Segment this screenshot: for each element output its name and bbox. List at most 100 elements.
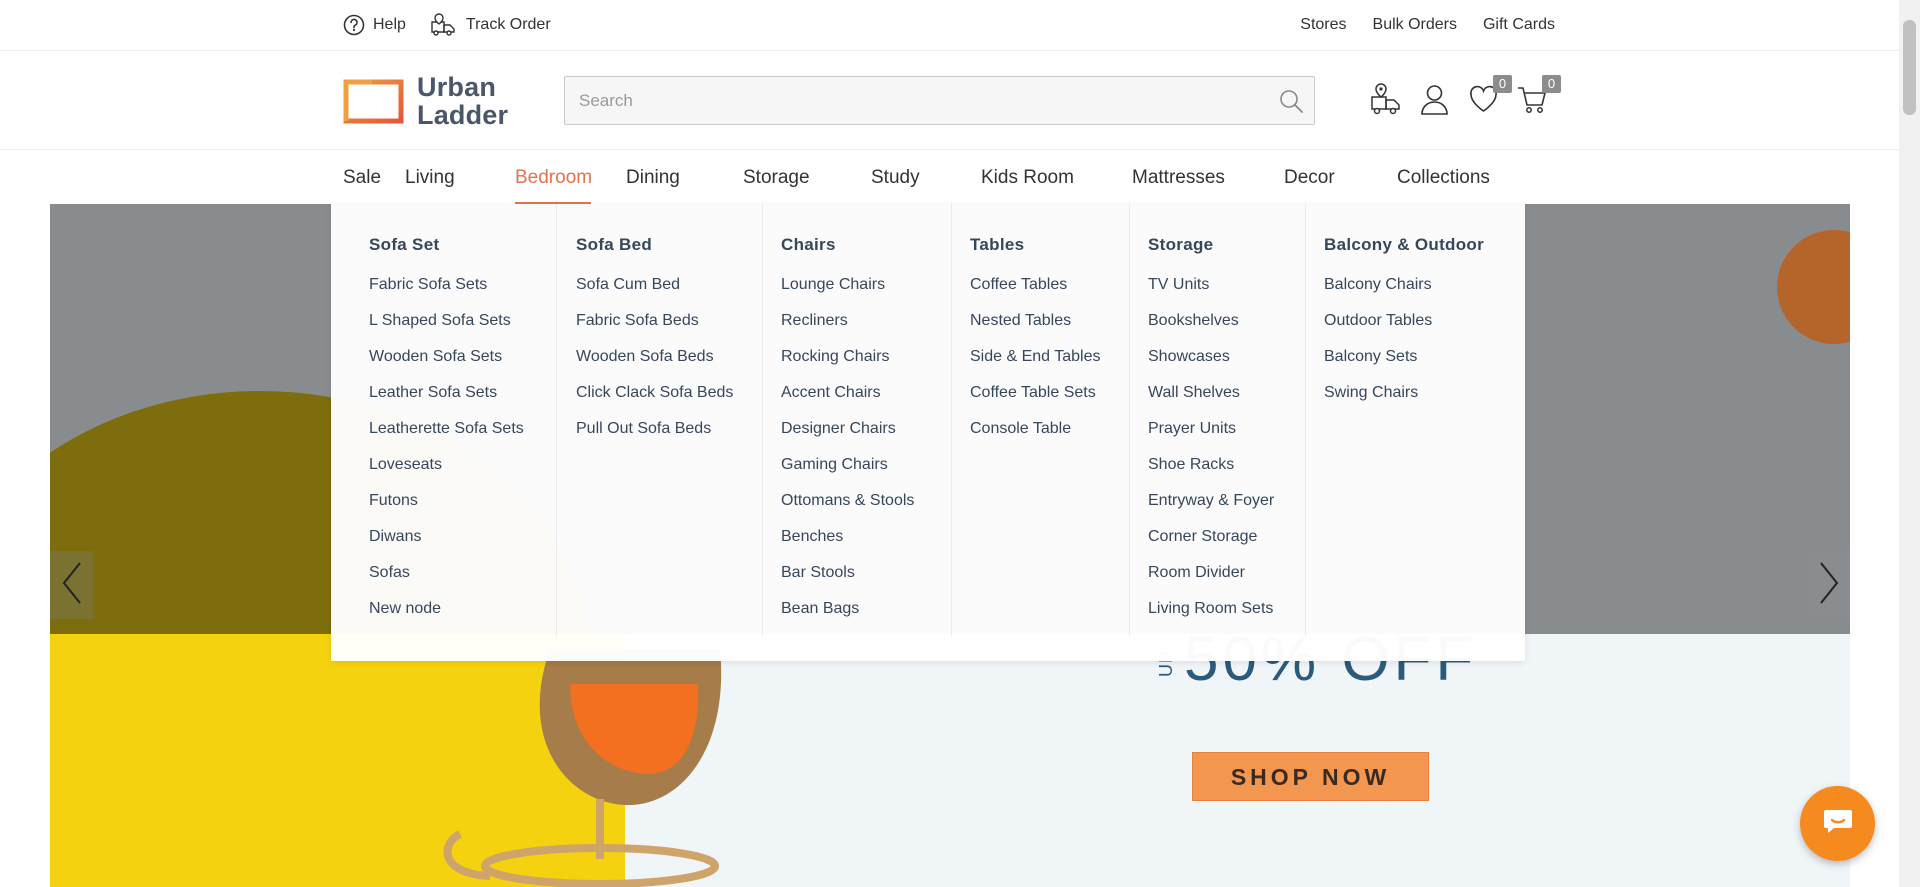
- mega-link[interactable]: Leather Sofa Sets: [369, 383, 556, 419]
- nav-storage[interactable]: Storage: [743, 151, 871, 204]
- track-order-link[interactable]: Track Order: [430, 13, 551, 37]
- chat-bubble-icon: [1822, 807, 1854, 840]
- mega-link[interactable]: Ottomans & Stools: [781, 491, 951, 527]
- mega-link[interactable]: Accent Chairs: [781, 383, 951, 419]
- utility-bar: Help Track Order Stores Bulk Orders Gift…: [0, 0, 1899, 51]
- mega-column-chairs: Chairs Lounge Chairs Recliners Rocking C…: [763, 204, 952, 636]
- mega-link[interactable]: Fabric Sofa Sets: [369, 275, 556, 311]
- nav-study[interactable]: Study: [871, 151, 981, 204]
- logo-line-1: Urban: [417, 72, 497, 102]
- bedroom-mega-menu: Sofa Set Fabric Sofa Sets L Shaped Sofa …: [331, 204, 1525, 661]
- cart-icon[interactable]: 0: [1517, 75, 1561, 116]
- mega-link[interactable]: Prayer Units: [1148, 419, 1305, 455]
- nav-mattresses[interactable]: Mattresses: [1132, 151, 1284, 204]
- mega-link[interactable]: Wall Shelves: [1148, 383, 1305, 419]
- mega-link[interactable]: Rocking Chairs: [781, 347, 951, 383]
- mega-link[interactable]: Gaming Chairs: [781, 455, 951, 491]
- mega-link[interactable]: Balcony Chairs: [1324, 275, 1525, 311]
- site-header: Urban Ladder 0 0: [0, 51, 1899, 150]
- mega-link[interactable]: Showcases: [1148, 347, 1305, 383]
- user-account-icon[interactable]: [1419, 83, 1450, 116]
- mega-heading[interactable]: Chairs: [781, 235, 951, 255]
- stores-link[interactable]: Stores: [1300, 16, 1346, 34]
- chat-support-button[interactable]: [1800, 786, 1875, 861]
- urban-ladder-logo[interactable]: Urban Ladder: [343, 73, 508, 129]
- shop-now-button[interactable]: SHOP NOW: [1192, 752, 1429, 801]
- logo-wordmark: Urban Ladder: [417, 73, 508, 129]
- mega-link[interactable]: L Shaped Sofa Sets: [369, 311, 556, 347]
- mega-link[interactable]: Living Room Sets: [1148, 599, 1305, 635]
- help-icon: [343, 14, 365, 36]
- mega-link[interactable]: Corner Storage: [1148, 527, 1305, 563]
- wishlist-count-badge: 0: [1493, 75, 1512, 93]
- mega-link[interactable]: Side & End Tables: [970, 347, 1129, 383]
- chevron-right-icon: [1818, 561, 1840, 610]
- mega-link[interactable]: Coffee Table Sets: [970, 383, 1129, 419]
- mega-link[interactable]: Lounge Chairs: [781, 275, 951, 311]
- mega-column-sofa-set: Sofa Set Fabric Sofa Sets L Shaped Sofa …: [331, 204, 557, 636]
- mega-link[interactable]: Futons: [369, 491, 556, 527]
- mega-link[interactable]: Loveseats: [369, 455, 556, 491]
- store-locator-icon[interactable]: [1370, 83, 1401, 116]
- mega-link[interactable]: Balcony Sets: [1324, 347, 1525, 383]
- main-navigation: Sale Living Bedroom Dining Storage Study…: [0, 151, 1899, 204]
- mega-link[interactable]: Sofas: [369, 563, 556, 599]
- nav-collections[interactable]: Collections: [1397, 151, 1490, 204]
- nav-living[interactable]: Living: [405, 151, 515, 204]
- nav-kids-room[interactable]: Kids Room: [981, 151, 1132, 204]
- track-order-label: Track Order: [465, 16, 551, 33]
- search-box: [564, 76, 1315, 125]
- search-icon[interactable]: [1278, 88, 1304, 119]
- bulk-orders-link[interactable]: Bulk Orders: [1373, 16, 1457, 34]
- page-scrollbar[interactable]: [1899, 0, 1920, 887]
- mega-link[interactable]: New node: [369, 599, 556, 635]
- mega-link[interactable]: Sofa Cum Bed: [576, 275, 762, 311]
- mega-link[interactable]: Wooden Sofa Sets: [369, 347, 556, 383]
- mega-link[interactable]: Shoe Racks: [1148, 455, 1305, 491]
- mega-link[interactable]: TV Units: [1148, 275, 1305, 311]
- mega-link[interactable]: Outdoor Tables: [1324, 311, 1525, 347]
- mega-link[interactable]: Benches: [781, 527, 951, 563]
- nav-bedroom[interactable]: Bedroom: [515, 151, 592, 204]
- mega-link[interactable]: Room Divider: [1148, 563, 1305, 599]
- mega-link[interactable]: Recliners: [781, 311, 951, 347]
- mega-link[interactable]: Click Clack Sofa Beds: [576, 383, 762, 419]
- mega-link[interactable]: Coffee Tables: [970, 275, 1129, 311]
- mega-link[interactable]: Entryway & Foyer: [1148, 491, 1305, 527]
- scrollbar-thumb[interactable]: [1903, 20, 1916, 115]
- nav-decor[interactable]: Decor: [1284, 151, 1397, 204]
- nav-dining[interactable]: Dining: [626, 151, 743, 204]
- mega-link[interactable]: Designer Chairs: [781, 419, 951, 455]
- gift-cards-link[interactable]: Gift Cards: [1483, 16, 1555, 34]
- mega-link[interactable]: Bookshelves: [1148, 311, 1305, 347]
- delivery-truck-icon: [430, 13, 458, 37]
- mega-heading[interactable]: Balcony & Outdoor: [1324, 235, 1525, 255]
- mega-link[interactable]: Bar Stools: [781, 563, 951, 599]
- nav-sale[interactable]: Sale: [343, 151, 405, 204]
- mega-link[interactable]: Bean Bags: [781, 599, 951, 635]
- chevron-left-icon: [61, 561, 83, 610]
- mega-heading[interactable]: Sofa Set: [369, 235, 556, 255]
- mega-heading[interactable]: Tables: [970, 235, 1129, 255]
- search-input[interactable]: [565, 77, 1255, 124]
- mega-link[interactable]: Fabric Sofa Beds: [576, 311, 762, 347]
- cart-count-badge: 0: [1542, 75, 1561, 93]
- wishlist-heart-icon[interactable]: 0: [1468, 75, 1512, 116]
- carousel-next-button[interactable]: [1807, 551, 1850, 619]
- mega-link[interactable]: Console Table: [970, 419, 1129, 455]
- mega-link[interactable]: Swing Chairs: [1324, 383, 1525, 419]
- mega-column-storage: Storage TV Units Bookshelves Showcases W…: [1130, 204, 1306, 636]
- header-icons: 0 0: [1370, 75, 1561, 116]
- mega-link[interactable]: Leatherette Sofa Sets: [369, 419, 556, 455]
- carousel-prev-button[interactable]: [50, 551, 93, 619]
- mega-heading[interactable]: Storage: [1148, 235, 1305, 255]
- mega-link[interactable]: Nested Tables: [970, 311, 1129, 347]
- mega-link[interactable]: Wooden Sofa Beds: [576, 347, 762, 383]
- mega-link[interactable]: Pull Out Sofa Beds: [576, 419, 762, 455]
- logo-mark-icon: [343, 79, 405, 124]
- mega-link[interactable]: Diwans: [369, 527, 556, 563]
- mega-column-tables: Tables Coffee Tables Nested Tables Side …: [952, 204, 1130, 636]
- mega-column-balcony-outdoor: Balcony & Outdoor Balcony Chairs Outdoor…: [1306, 204, 1525, 636]
- help-link[interactable]: Help: [343, 14, 406, 36]
- mega-heading[interactable]: Sofa Bed: [576, 235, 762, 255]
